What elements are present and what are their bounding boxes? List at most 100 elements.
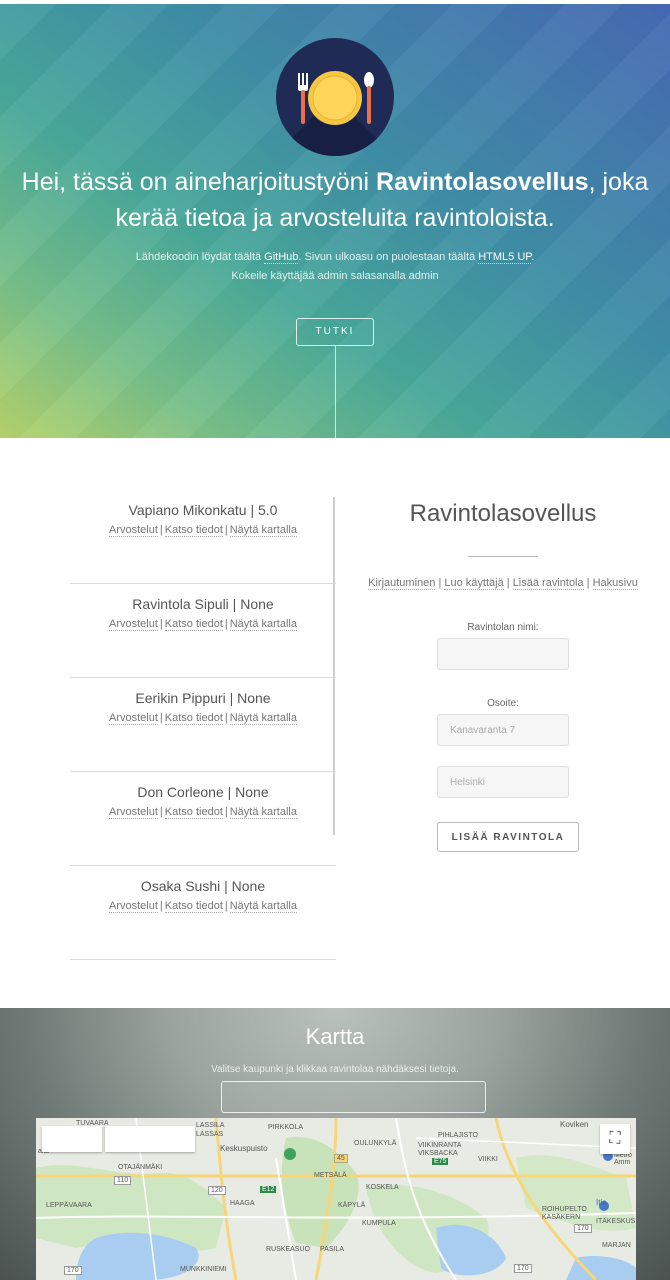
fullscreen-icon[interactable]: ⛶ [600,1124,630,1154]
hero-sub-text: Lähdekoodin löydät täältä [135,251,265,263]
hero-admin-hint: Kokeile käyttäjää admin salasanalla admi… [231,270,439,282]
road-shield: 170 [64,1266,82,1275]
list-item: Eerikin Pippuri | None Arvostelut | Katso … [70,678,336,772]
hero-banner: Hei, tässä on aineharjoitustyöni Ravinto… [0,4,670,438]
map-label: METSÄLÄ [314,1172,347,1179]
show-on-map-link[interactable]: Näytä kartalla [229,712,297,725]
reviews-link[interactable]: Arvostelut [109,900,158,913]
restaurant-name: Vapiano Mikonkatu | 5.0 [128,502,278,518]
restaurant-name: Ravintola Sipuli | None [132,596,274,612]
map-label: Keskuspuisto [220,1144,268,1153]
separator: | [159,712,163,724]
list-item: Vapiano Mikonkatu | 5.0 Arvostelut | Katso… [70,490,336,584]
nav-search[interactable]: Hakusivu [592,577,638,590]
separator: | [224,712,228,724]
restaurant-links: Arvostelut | Katso tiedot | Näytä kartalla [70,618,336,631]
separator: | [224,900,228,912]
hero-connector-line [335,346,336,438]
map-type-satellite-button[interactable] [105,1126,195,1152]
map-label: RUSKEASUO [266,1246,310,1253]
reviews-link[interactable]: Arvostelut [109,806,158,819]
road-shield: 170 [574,1224,592,1233]
city-input[interactable] [437,766,569,798]
details-link[interactable]: Katso tiedot [164,712,223,725]
map-label: Koviken [560,1120,589,1129]
map-label: HAAGA [230,1200,255,1207]
road-shield: E75 [432,1158,449,1165]
restaurant-name: Osaka Sushi | None [140,878,266,894]
map-label: KÄPYLÄ [338,1202,366,1209]
map-type-map-button[interactable] [42,1126,102,1152]
title-divider [468,556,538,557]
restaurant-links: Arvostelut | Katso tiedot | Näytä kartalla [70,900,336,913]
restaurant-list: Vapiano Mikonkatu | 5.0 Arvostelut | Katso… [70,490,336,960]
list-scrollbar[interactable] [333,497,335,835]
map-label: KASÄKERN [542,1214,581,1221]
restaurant-name: Don Corleone | None [137,784,269,800]
hero-title-text: Hei, tässä on aineharjoitustyöni [21,168,377,196]
details-link[interactable]: Katso tiedot [164,900,223,913]
restaurant-links: Arvostelut | Katso tiedot | Näytä kartalla [70,806,336,819]
list-item: Ravintola Sipuli | None Arvostelut | Katso… [70,584,336,678]
street-input[interactable] [437,714,569,746]
hero-subtitle: Lähdekoodin löydät täältä GitHub. Sivun … [20,248,650,286]
separator: | [159,806,163,818]
reviews-link[interactable]: Arvostelut [109,618,158,631]
restaurant-links: Arvostelut | Katso tiedot | Näytä kartalla [70,524,336,537]
hero-sub-text-mid: . Sivun ulkoasu on puolestaan täältä [298,251,479,263]
nav-create-user[interactable]: Luo käyttäjä [444,577,504,590]
map-label: VIKSBACKA [418,1150,458,1157]
details-link[interactable]: Katso tiedot [164,806,223,819]
road-shield: 120 [208,1186,226,1195]
map-label: ITÄKESKUS [596,1218,636,1225]
address-label: Osoite: [487,698,519,709]
map-label: Itis [596,1198,607,1207]
separator: | [224,524,228,536]
restaurant-name: Eerikin Pippuri | None [135,690,271,706]
list-item: Osaka Sushi | None Arvostelut | Katso tied… [70,866,336,960]
road-shield: 170 [514,1264,532,1273]
map-label: LEPPÄVAARA [46,1202,92,1209]
map-label: VIIKKI [478,1156,498,1163]
restaurant-name-label: Ravintolan nimi: [467,622,539,633]
show-on-map-link[interactable]: Näytä kartalla [229,806,297,819]
github-link[interactable]: GitHub [264,251,299,264]
map-title: Kartta [305,1024,365,1049]
details-link[interactable]: Katso tiedot [164,618,223,631]
hero-sub-period: . [531,251,535,263]
show-on-map-link[interactable]: Näytä kartalla [229,900,297,913]
map-label: MUNKKINIEMI [180,1266,227,1273]
tutki-button[interactable]: TUTKI [296,318,374,346]
app-title: Ravintolasovellus [409,500,597,527]
details-link[interactable]: Katso tiedot [164,524,223,537]
map-label: LASSAS [196,1131,224,1138]
nav-login[interactable]: Kirjautuminen [368,577,436,590]
restaurant-name-input[interactable] [437,638,569,670]
map-label: VIIKINRANTA [418,1142,462,1149]
map-label: KOSKELA [366,1184,399,1191]
html5up-link[interactable]: HTML5 UP [478,251,532,264]
separator: | [159,618,163,630]
plate-cutlery-icon [298,71,374,125]
road-shield: 110 [114,1176,132,1185]
nav-add-restaurant[interactable]: Lisää ravintola [512,577,584,590]
restaurant-logo-icon [276,38,394,156]
reviews-link[interactable]: Arvostelut [109,524,158,537]
city-select-input[interactable] [221,1081,486,1113]
list-item: Don Corleone | None Arvostelut | Katso tie… [70,772,336,866]
separator: | [224,618,228,630]
main-nav: Kirjautuminen | Luo käyttäjä | Lisää rav… [368,577,638,590]
map-label: LASSILA [196,1122,225,1129]
map-label: Metro Amm [614,1152,632,1166]
map-label: OTAJÄNMÄKI [118,1164,163,1171]
reviews-link[interactable]: Arvostelut [109,712,158,725]
road-shield: E12 [260,1186,277,1193]
map-label: PIHLAJISTO [438,1132,478,1139]
map-label: PASILA [320,1246,344,1253]
add-restaurant-button[interactable]: LISÄÄ RAVINTOLA [437,822,579,852]
hero-title-app-name: Ravintolasovellus [376,168,589,196]
map-subtitle: Valitse kaupunki ja klikkaa ravintolaa n… [211,1064,459,1075]
map-label: KUMPULA [362,1220,396,1227]
show-on-map-link[interactable]: Näytä kartalla [229,524,297,537]
show-on-map-link[interactable]: Näytä kartalla [229,618,297,631]
